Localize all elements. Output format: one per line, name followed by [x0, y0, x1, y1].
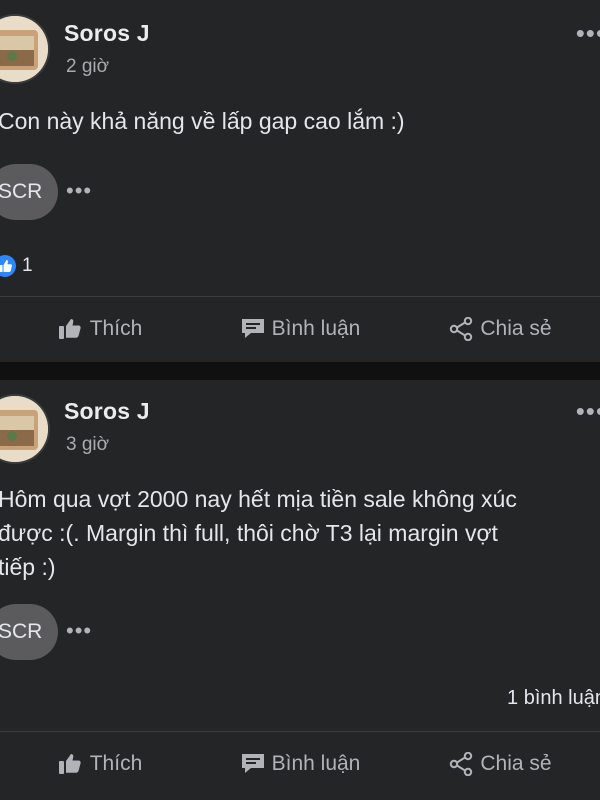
like-label: Thích [89, 317, 143, 340]
comment-label: Bình luận [271, 317, 361, 340]
post-content: Con này khả năng về lấp gap cao lắm :) [0, 108, 405, 134]
author-name[interactable]: Soros J [64, 20, 150, 47]
author-name[interactable]: Soros J [64, 398, 150, 425]
like-reaction-icon [0, 255, 16, 277]
share-button[interactable]: Chia sẻ [400, 299, 600, 359]
comment-icon [241, 319, 264, 338]
tag-more-icon[interactable]: ••• [66, 178, 92, 204]
reaction-summary[interactable]: 1 [0, 252, 33, 280]
like-button[interactable]: Thích [0, 734, 200, 794]
share-label: Chia sẻ [480, 317, 552, 340]
comment-count[interactable]: 1 bình luận [507, 687, 600, 710]
share-icon [450, 317, 473, 341]
reaction-count: 1 [22, 255, 33, 276]
action-bar: Thích Bình luận Chia sẻ [0, 299, 600, 359]
post-time[interactable]: 3 giờ [66, 434, 109, 456]
post-card: Soros J 3 giờ ••• Hôm qua vợt 2000 nay h… [0, 380, 600, 800]
avatar[interactable] [0, 396, 48, 462]
divider [0, 731, 600, 732]
thumbs-up-icon [58, 319, 81, 339]
stock-tag-chip[interactable]: SCR [0, 604, 59, 660]
comment-button[interactable]: Bình luận [200, 734, 400, 794]
like-label: Thích [89, 752, 143, 775]
share-icon [450, 752, 473, 776]
post-card: Soros J 2 giờ ••• Con này khả năng về lấ… [0, 0, 600, 362]
stock-tag-chip[interactable]: SCR [0, 164, 59, 220]
share-label: Chia sẻ [480, 752, 552, 775]
more-options-icon[interactable]: ••• [576, 20, 600, 46]
comment-button[interactable]: Bình luận [200, 299, 400, 359]
like-button[interactable]: Thích [0, 299, 200, 359]
avatar[interactable] [0, 16, 48, 82]
divider [0, 296, 600, 297]
avatar-image [0, 16, 48, 82]
comment-label: Bình luận [271, 752, 361, 775]
comment-icon [241, 754, 264, 773]
thumbs-up-icon [58, 754, 81, 774]
more-options-icon[interactable]: ••• [576, 398, 600, 424]
post-time[interactable]: 2 giờ [66, 56, 109, 78]
tag-more-icon[interactable]: ••• [66, 618, 92, 644]
action-bar: Thích Bình luận Chia sẻ [0, 734, 600, 794]
avatar-image [0, 396, 48, 462]
post-content: Hôm qua vợt 2000 nay hết mịa tiền sale k… [0, 486, 517, 580]
share-button[interactable]: Chia sẻ [400, 734, 600, 794]
